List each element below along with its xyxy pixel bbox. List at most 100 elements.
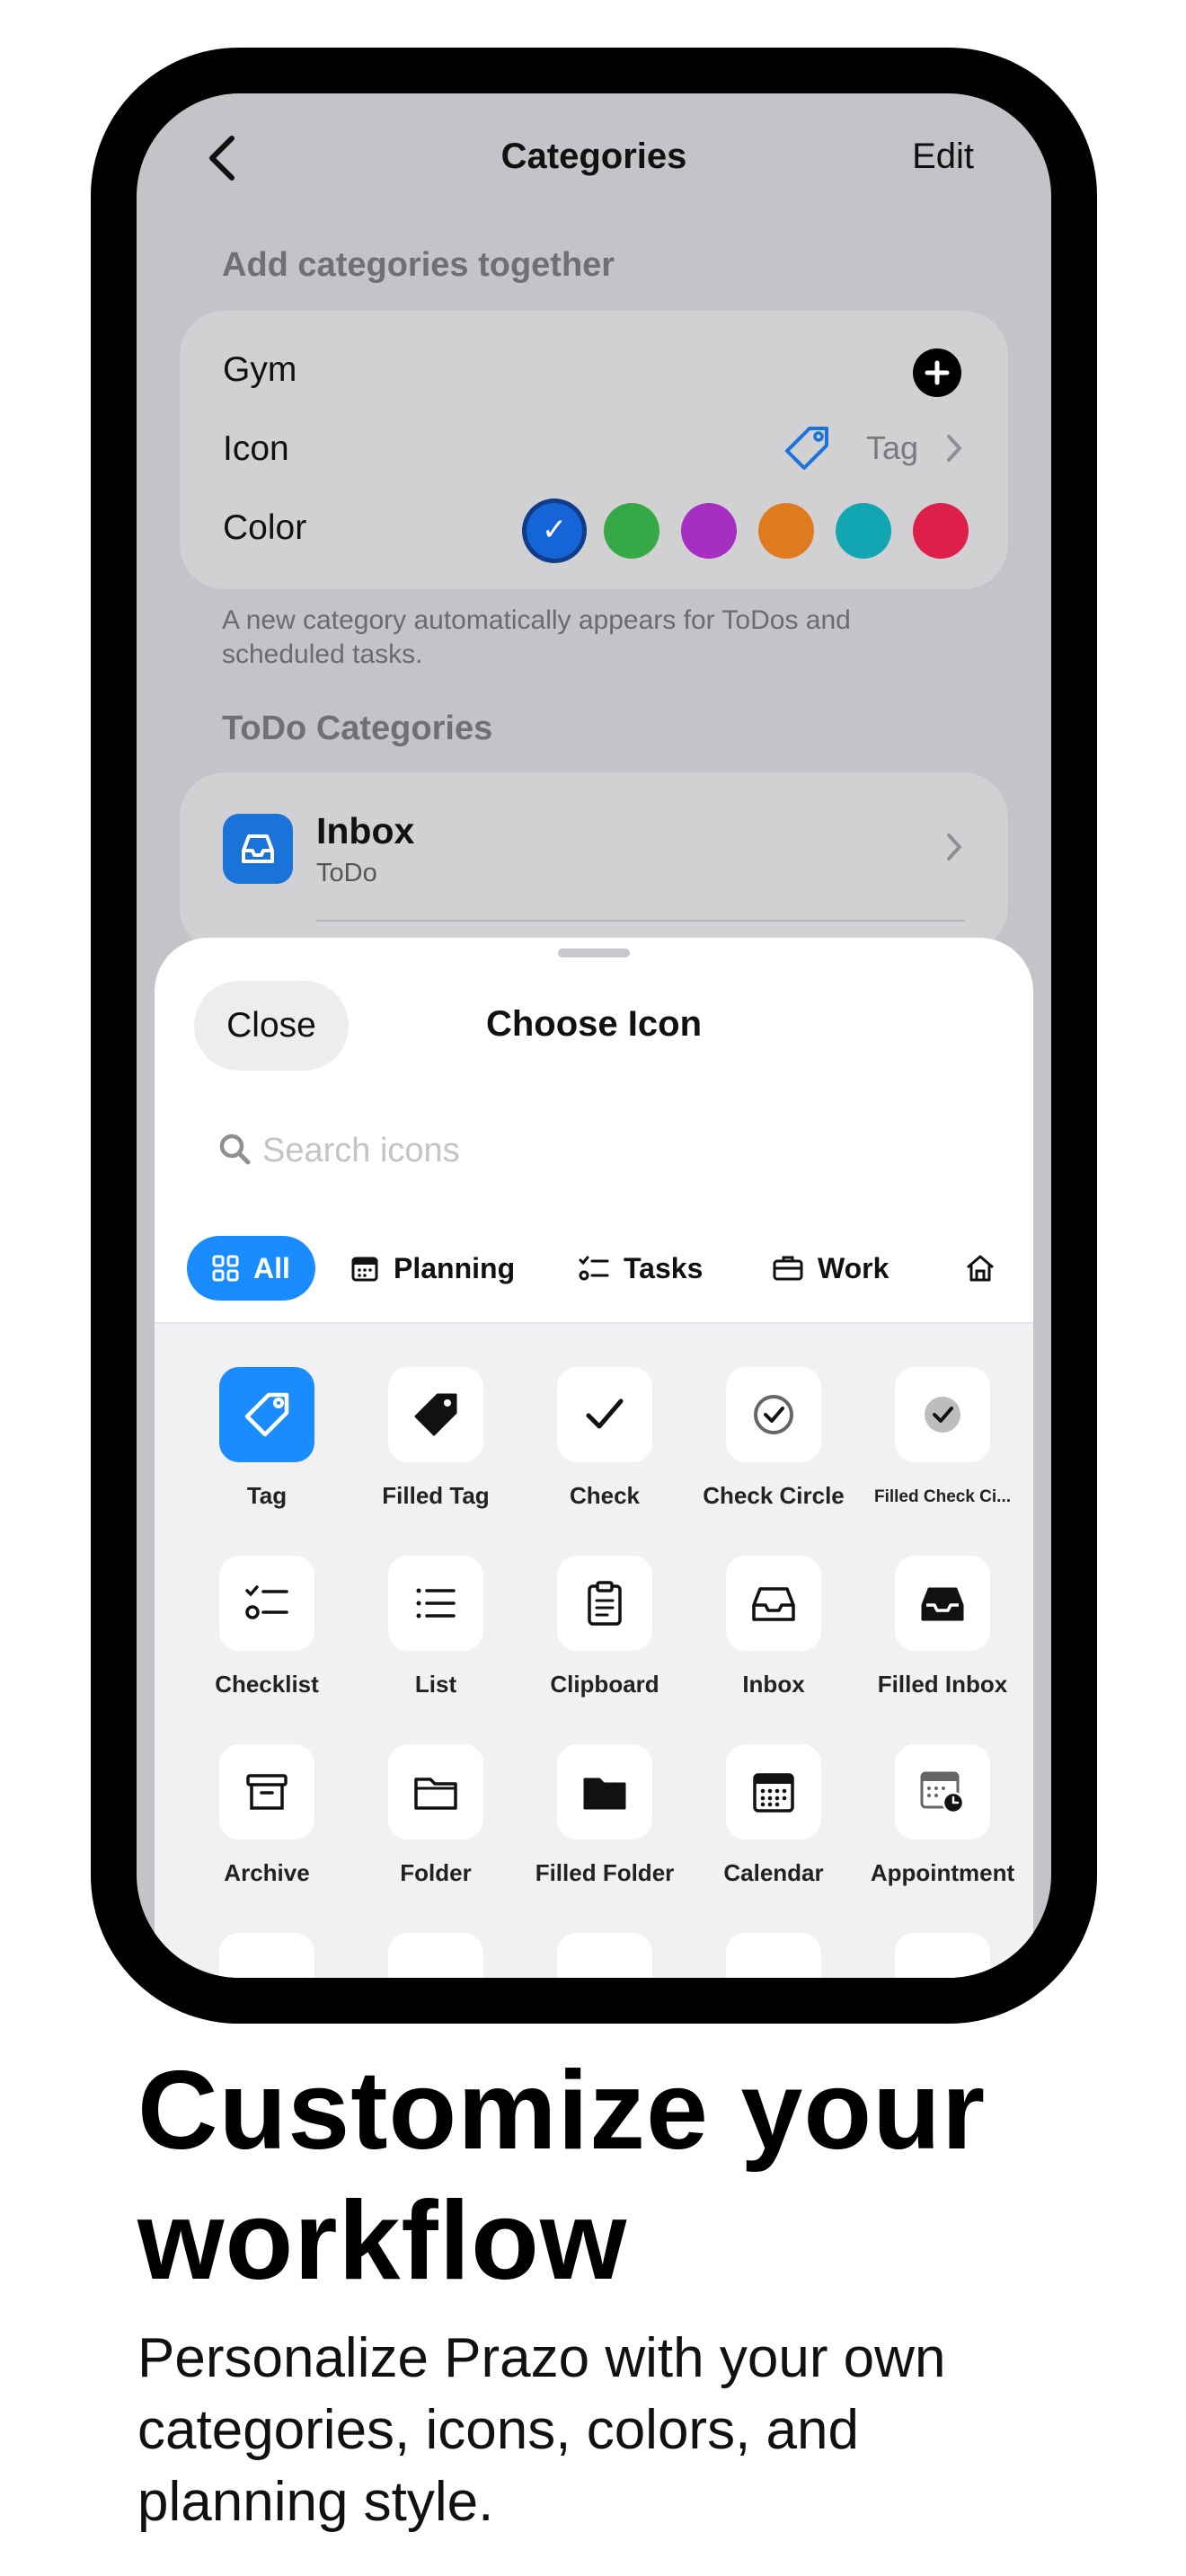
- appointment-icon: [920, 1771, 965, 1814]
- add-category-card: Gym Icon Tag Color: [180, 311, 1008, 589]
- icon-option-check-circle[interactable]: Check Circle: [688, 1367, 859, 1510]
- grid-icon: [212, 1255, 239, 1282]
- icon-tile-partial[interactable]: [219, 1933, 314, 1978]
- icon-option-label: Filled Check Ci...: [873, 1487, 1012, 1506]
- briefcase-icon: [773, 1256, 803, 1281]
- archive-icon: [246, 1774, 288, 1810]
- category-row-inbox[interactable]: Inbox ToDo: [180, 772, 1008, 952]
- icon-option-label: Check Circle: [703, 1482, 845, 1509]
- icon-option-label: List: [414, 1671, 457, 1698]
- todo-section-header: ToDo Categories: [222, 710, 493, 747]
- filter-chip-planning[interactable]: Planning: [350, 1236, 515, 1301]
- icon-option-list[interactable]: List: [350, 1556, 521, 1698]
- app-screen: Categories Edit Add categories together …: [137, 93, 1051, 1978]
- edit-button[interactable]: Edit: [912, 137, 974, 177]
- category-name-field[interactable]: Gym: [223, 350, 296, 390]
- folder-icon: [414, 1778, 457, 1810]
- search-placeholder: Search icons: [262, 1132, 460, 1169]
- icon-option-label: Folder: [400, 1859, 472, 1886]
- icon-tile: [895, 1367, 990, 1462]
- add-section-footnote: A new category automatically appears for…: [222, 605, 851, 669]
- icon-option-label: Appointment: [870, 1859, 1015, 1886]
- calendar-icon: [351, 1257, 378, 1282]
- icon-option-check[interactable]: Check: [519, 1367, 690, 1510]
- add-category-button[interactable]: [913, 348, 961, 397]
- tag-icon: [785, 427, 828, 470]
- icon-option-label: Checklist: [215, 1671, 319, 1698]
- marketing-headline: Customize your workflow: [137, 2049, 987, 2303]
- color-swatch[interactable]: [527, 503, 582, 559]
- icon-option-label: Inbox: [742, 1671, 805, 1698]
- icon-row-value[interactable]: Tag: [866, 429, 918, 467]
- icon-tile: [895, 1744, 990, 1839]
- sheet-title: Choose Icon: [485, 1004, 703, 1044]
- icon-tile-partial[interactable]: [388, 1933, 483, 1978]
- filter-chip-label: Work: [818, 1251, 890, 1284]
- color-swatch[interactable]: [758, 503, 814, 559]
- filter-chip-tasks[interactable]: Tasks: [579, 1236, 703, 1301]
- icon-tile: [726, 1367, 821, 1462]
- icon-option-checklist[interactable]: Checklist: [181, 1556, 352, 1698]
- filter-chip-label: Tasks: [624, 1251, 704, 1284]
- icon-tile: [895, 1556, 990, 1651]
- icon-option-filled-check-circle[interactable]: Filled Check Ci...: [857, 1367, 1028, 1507]
- filled-check-circle-icon: [925, 1397, 960, 1433]
- inbox-icon: [752, 1587, 795, 1621]
- icon-option-filled-inbox[interactable]: Filled Inbox: [857, 1556, 1028, 1698]
- search-field[interactable]: Search icons: [194, 1105, 994, 1195]
- inbox-category-icon: [223, 814, 293, 884]
- icon-option-label: Archive: [224, 1859, 310, 1886]
- icon-tile: [557, 1744, 652, 1839]
- icon-option-folder[interactable]: Folder: [350, 1744, 521, 1887]
- color-swatch[interactable]: [604, 503, 659, 559]
- icon-tile-partial[interactable]: [895, 1933, 990, 1978]
- icon-option-label: Clipboard: [550, 1671, 659, 1698]
- plus-icon: [925, 360, 950, 385]
- icon-option-filled-tag[interactable]: Filled Tag: [350, 1367, 521, 1510]
- filter-chip-work[interactable]: Work: [773, 1236, 889, 1301]
- filter-chip-home[interactable]: [965, 1236, 1010, 1301]
- icon-tile: [219, 1744, 314, 1839]
- icon-option-appointment[interactable]: Appointment: [857, 1744, 1028, 1887]
- icon-tile-partial[interactable]: [557, 1933, 652, 1978]
- choose-icon-sheet: Close Choose Icon Search icons All Plann…: [155, 938, 1033, 1978]
- icon-option-archive[interactable]: Archive: [181, 1744, 352, 1887]
- list-icon: [416, 1588, 456, 1619]
- icon-option-label: Tag: [246, 1482, 288, 1509]
- search-icon: [219, 1134, 251, 1165]
- icon-tile-partial[interactable]: [726, 1933, 821, 1978]
- sheet-grabber[interactable]: [558, 948, 630, 957]
- calendar-icon: [753, 1773, 794, 1813]
- icon-tile: [557, 1367, 652, 1462]
- icon-tile: [219, 1556, 314, 1651]
- filter-chip-label: All: [253, 1251, 290, 1284]
- filter-chip-all[interactable]: All: [187, 1236, 315, 1301]
- filled-folder-icon: [583, 1778, 626, 1810]
- icon-option-tag[interactable]: Tag: [181, 1367, 352, 1510]
- icon-option-label: Calendar: [723, 1859, 824, 1886]
- icon-option-label: Check: [569, 1482, 641, 1509]
- icon-option-inbox[interactable]: Inbox: [688, 1556, 859, 1698]
- icon-option-calendar[interactable]: Calendar: [688, 1744, 859, 1887]
- inbox-icon: [242, 834, 274, 863]
- add-section-header: Add categories together: [222, 246, 615, 284]
- checklist-icon: [579, 1256, 609, 1281]
- icon-option-filled-folder[interactable]: Filled Folder: [519, 1744, 690, 1887]
- icon-tile: [388, 1556, 483, 1651]
- icon-tile: [388, 1367, 483, 1462]
- filled-inbox-icon: [921, 1587, 964, 1621]
- check-icon: [586, 1398, 624, 1429]
- icon-option-clipboard[interactable]: Clipboard: [519, 1556, 690, 1698]
- icon-grid: Tag Filled Tag Check Check Circle Filled Che…: [155, 1322, 1033, 1978]
- row-divider: [316, 920, 965, 922]
- icon-option-label: Filled Inbox: [877, 1671, 1008, 1698]
- clipboard-icon: [588, 1581, 622, 1626]
- check-circle-icon: [754, 1395, 793, 1434]
- filter-chip-label: Planning: [394, 1251, 516, 1284]
- icon-row-label: Icon: [223, 429, 289, 468]
- icon-tile: [726, 1556, 821, 1651]
- color-swatch[interactable]: [913, 503, 969, 559]
- color-swatch[interactable]: [681, 503, 737, 559]
- color-swatch[interactable]: [836, 503, 891, 559]
- category-title: Inbox: [316, 810, 415, 851]
